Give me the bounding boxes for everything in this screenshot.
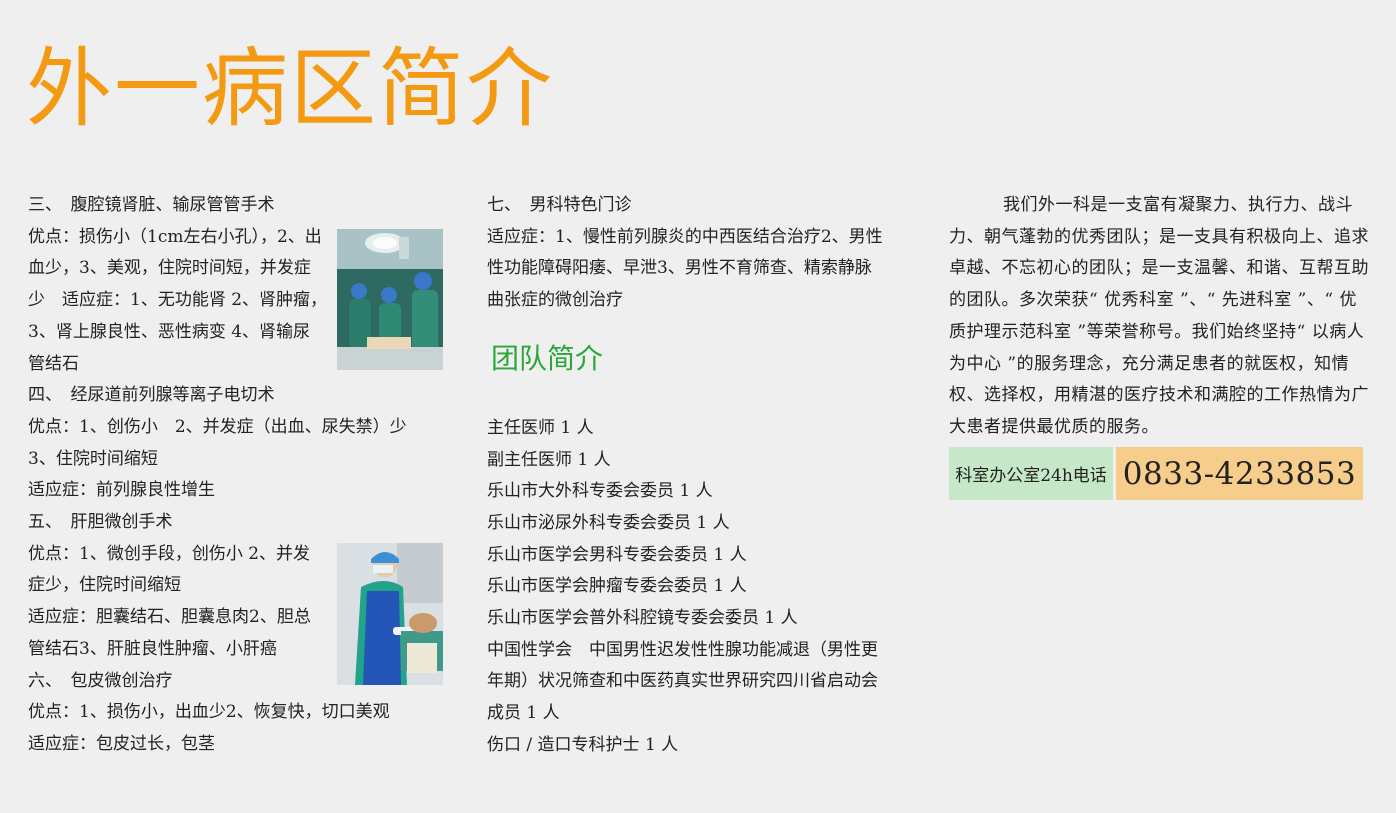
- department-intro-column: 我们外一科是一支富有凝聚力、执行力、战斗力、朝气蓬勃的优秀团队；是一支具有积极向…: [949, 190, 1369, 444]
- service-heading: 四、 经尿道前列腺等离子电切术: [28, 385, 275, 406]
- team-member: 中国性学会 中国男性迟发性性腺功能减退（男性更: [487, 639, 878, 660]
- text-line: 适应症：1、慢性前列腺炎的中西医结合治疗2、男性: [487, 226, 883, 247]
- department-intro: 我们外一科是一支富有凝聚力、执行力、战斗力、朝气蓬勃的优秀团队；是一支具有积极向…: [949, 195, 1369, 437]
- team-member: 成员 1 人: [487, 703, 560, 724]
- text-line: 适应症：前列腺良性增生: [28, 480, 215, 501]
- team-heading: 团队简介: [491, 341, 604, 375]
- phone-number: 0833-4233853: [1116, 447, 1363, 500]
- text-line: 优点：1、创伤小 2、并发症（出血、尿失禁）少: [28, 416, 407, 437]
- team-member: 主任医师 1 人: [487, 417, 594, 438]
- team-member: 乐山市医学会男科专委会委员 1 人: [487, 544, 747, 565]
- service-heading: 三、 腹腔镜肾脏、输尿管管手术: [28, 195, 275, 215]
- text-line: 性功能障碍阳痿、早泄3、男性不育筛查、精索静脉: [487, 258, 872, 279]
- team-member: 乐山市大外科专委会委员 1 人: [487, 481, 713, 502]
- text-line: 优点：1、损伤小，出血少2、恢复快，切口美观: [28, 702, 390, 723]
- surgeon-photo: [337, 543, 443, 685]
- team-member: 伤口 / 造口专科护士 1 人: [487, 734, 679, 755]
- team-member: 副主任医师 1 人: [487, 449, 611, 470]
- team-member: 年期）状况筛查和中医药真实世界研究四川省启动会: [487, 671, 878, 692]
- service-heading: 五、 肝胆微创手术: [28, 512, 173, 533]
- team-member: 乐山市医学会肿瘤专委会委员 1 人: [487, 576, 747, 597]
- phone-box: 科室办公室24h电话 0833-4233853: [949, 447, 1363, 500]
- page-title: 外一病区简介: [26, 39, 554, 139]
- text-line: 曲张症的微创治疗: [487, 290, 623, 311]
- service-heading: 七、 男科特色门诊: [487, 195, 632, 215]
- team-member: 乐山市泌尿外科专委会委员 1 人: [487, 512, 730, 533]
- phone-label: 科室办公室24h电话: [949, 447, 1113, 500]
- text-line: 3、住院时间缩短: [28, 448, 158, 469]
- text-line: 适应症：包皮过长，包茎: [28, 733, 215, 754]
- team-member: 乐山市医学会普外科腔镜专委会委员 1 人: [487, 608, 798, 629]
- services-column-middle: 七、 男科特色门诊 适应症：1、慢性前列腺炎的中西医结合治疗2、男性 性功能障碍…: [487, 190, 907, 762]
- surgery-team-photo: [337, 229, 443, 370]
